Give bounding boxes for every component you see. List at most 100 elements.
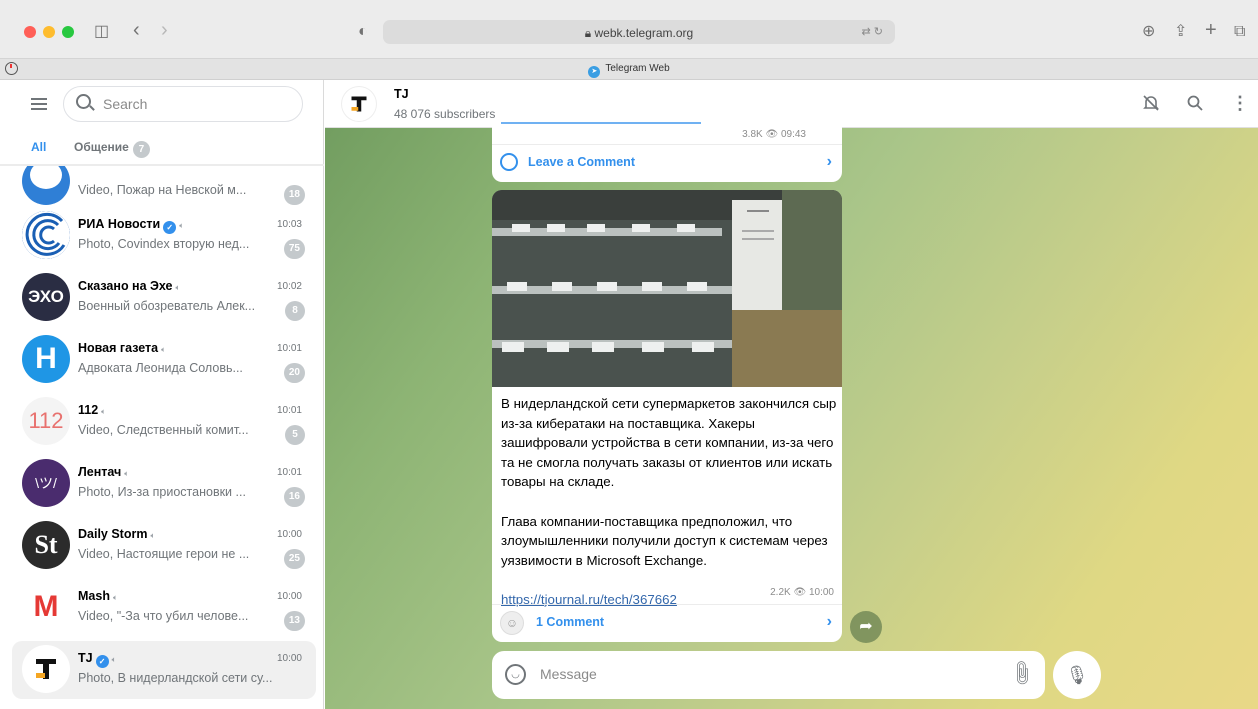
- unread-badge: 75: [283, 239, 305, 259]
- unread-badge: 25: [283, 549, 305, 569]
- chat-item-daily-storm[interactable]: St Daily Storm 🔈︎ 10:00 Video, Настоящие …: [12, 517, 316, 575]
- privacy-shield-icon[interactable]: ◐: [358, 22, 368, 42]
- chat-item-lentach[interactable]: \ツ/ Лентач 🔈︎ 10:01 Photo, Из-за приостан…: [12, 455, 316, 513]
- chat-item-partial[interactable]: Video, Пожар на Невской м... 18: [12, 166, 316, 211]
- chat-preview: Адвоката Леонида Соловь...: [78, 361, 243, 375]
- forward-icon[interactable]: ›: [161, 20, 168, 40]
- chat-time: 10:01: [276, 343, 302, 354]
- views-count: 3.8K: [742, 129, 763, 140]
- folder-tab-obshchenie[interactable]: Общение 7: [74, 140, 150, 158]
- chat-preview: Video, "-За что убил челове...: [78, 609, 249, 623]
- new-tab-icon[interactable]: +: [1205, 20, 1217, 40]
- chat-preview: Video, Пожар на Невской м...: [78, 183, 247, 197]
- search-icon: [76, 94, 91, 109]
- attach-icon[interactable]: 📎︎: [1006, 658, 1037, 689]
- chat-avatar: 112: [22, 397, 70, 445]
- message-meta: 2.2K 👁︎ 10:00: [770, 587, 834, 598]
- chat-preview: Video, Следственный комит...: [78, 423, 249, 437]
- tj-logo: [36, 659, 56, 679]
- chat-avatar: [22, 645, 70, 693]
- sidebar-toggle-icon[interactable]: ◫: [94, 22, 109, 42]
- chat-time: 10:03: [276, 219, 302, 230]
- tab-title: Telegram Web: [605, 63, 670, 74]
- active-tab[interactable]: ➤ Telegram Web: [0, 63, 1258, 78]
- share-icon[interactable]: ➦: [850, 611, 882, 643]
- mute-icon: 🔈︎: [101, 407, 106, 416]
- url-value: webk.telegram.org: [594, 26, 694, 40]
- comment-icon: [500, 153, 518, 171]
- chat-preview: Photo, В нидерландской сети су...: [78, 671, 273, 685]
- chat-avatar: St: [22, 521, 70, 569]
- leave-comment-button[interactable]: Leave a Comment ›: [492, 144, 842, 180]
- folder-tab-all[interactable]: All: [31, 140, 46, 154]
- share-page-icon[interactable]: ⇪: [1174, 22, 1187, 42]
- post-paragraph-2: Глава компании-поставщика предположил, ч…: [501, 513, 828, 568]
- commenter-avatar: ☺: [500, 611, 524, 635]
- chat-preview: Photo, Из-за приостановки ...: [78, 485, 246, 499]
- chat-item-112[interactable]: 112 112 🔈︎ 10:01 Video, Следственный коми…: [12, 393, 316, 451]
- translate-reload-icon[interactable]: ⇄ ↻: [862, 25, 884, 38]
- chat-time: 10:01: [276, 467, 302, 478]
- eye-icon: 👁︎: [765, 129, 779, 140]
- more-icon[interactable]: ⋮: [1231, 94, 1249, 112]
- chevron-right-icon: ›: [826, 153, 832, 170]
- minimize-window-button[interactable]: [43, 26, 55, 38]
- chat-item-echo[interactable]: ЭХО Сказано на Эхе 🔈︎ 10:02 Военный обозр…: [12, 269, 316, 327]
- telegram-icon: ➤: [588, 66, 601, 78]
- chat-avatar: M: [22, 583, 70, 631]
- chat-area: TJ 48 076 subscribers ⋮ 3.8K 👁︎ 09:43 Le…: [325, 80, 1258, 709]
- mute-icon: 🔈︎: [179, 221, 185, 230]
- chat-preview: Военный обозреватель Алек...: [78, 299, 256, 313]
- bell-off-icon[interactable]: [1142, 94, 1160, 115]
- post-paragraph-1: В нидерландской сети супермаркетов закон…: [501, 396, 837, 490]
- message-time: 10:00: [808, 587, 834, 598]
- unread-badge: 8: [285, 301, 305, 321]
- previous-link-fragment: [501, 122, 701, 124]
- chat-item-tj[interactable]: TJ ✓ 🔈︎ 10:00 Photo, В нидерландской сети …: [12, 641, 316, 699]
- comment-label: Leave a Comment: [528, 155, 635, 169]
- back-icon[interactable]: ‹: [133, 20, 140, 40]
- channel-avatar[interactable]: [341, 86, 377, 122]
- url-text: 🔒︎ webk.telegram.org: [383, 26, 895, 41]
- ria-logo: [22, 211, 70, 259]
- chat-preview: Video, Настоящие герои не ...: [78, 547, 250, 561]
- bell-off-svg: [1143, 95, 1159, 111]
- hamburger-icon[interactable]: [31, 98, 47, 110]
- folder-label: Общение: [74, 140, 129, 154]
- post-photo[interactable]: [492, 190, 842, 387]
- comment-count: 1 Comment: [536, 615, 605, 629]
- verified-icon: ✓: [163, 221, 177, 234]
- close-window-button[interactable]: [24, 26, 36, 38]
- chat-time: 10:02: [276, 281, 302, 292]
- search-input[interactable]: Search: [63, 86, 303, 122]
- comments-button[interactable]: ☺ 1 Comment ›: [492, 604, 842, 640]
- chat-time: 10:00: [276, 653, 302, 664]
- chat-name: РИА Новости ✓ 🔈︎: [78, 217, 185, 234]
- message-time: 09:43: [780, 129, 806, 140]
- chat-name: 112 🔈︎: [78, 403, 106, 417]
- zoom-window-button[interactable]: [62, 26, 74, 38]
- chat-item-ria[interactable]: РИА Новости ✓ 🔈︎ 10:03 Photo, Covindex вто…: [12, 207, 316, 265]
- mute-icon: 🔈︎: [112, 593, 118, 602]
- chat-item-novaya-gazeta[interactable]: H Новая газета 🔈︎ 10:01 Адвоката Леонида …: [12, 331, 316, 389]
- search-icon[interactable]: [1186, 94, 1204, 115]
- chat-avatar: ЭХО: [22, 273, 70, 321]
- unread-badge: 13: [283, 611, 305, 631]
- chat-item-mash[interactable]: M Mash 🔈︎ 10:00 Video, "-За что убил чело…: [12, 579, 316, 637]
- emoji-icon[interactable]: ◡: [505, 664, 526, 685]
- chat-name: Mash 🔈︎: [78, 589, 118, 603]
- mute-icon: 🔈︎: [111, 655, 117, 664]
- mic-icon[interactable]: 🎙︎: [1053, 651, 1101, 699]
- views-count: 2.2K: [770, 587, 791, 598]
- address-bar[interactable]: 🔒︎ webk.telegram.org ⇄ ↻: [383, 20, 895, 44]
- chat-avatar: H: [22, 335, 70, 383]
- previous-message: 3.8K 👁︎ 09:43 Leave a Comment ›: [492, 118, 842, 182]
- chat-time: 10:00: [276, 529, 302, 540]
- message-input[interactable]: ◡ Message 📎︎: [492, 651, 1045, 699]
- chat-name: Новая газета 🔈︎: [78, 341, 166, 355]
- downloads-icon[interactable]: ⊕: [1142, 22, 1155, 42]
- tab-overview-icon[interactable]: ⧉: [1234, 22, 1245, 42]
- channel-title: TJ: [394, 87, 409, 101]
- mute-icon: 🔈︎: [150, 531, 156, 540]
- mute-icon: 🔈︎: [175, 283, 181, 292]
